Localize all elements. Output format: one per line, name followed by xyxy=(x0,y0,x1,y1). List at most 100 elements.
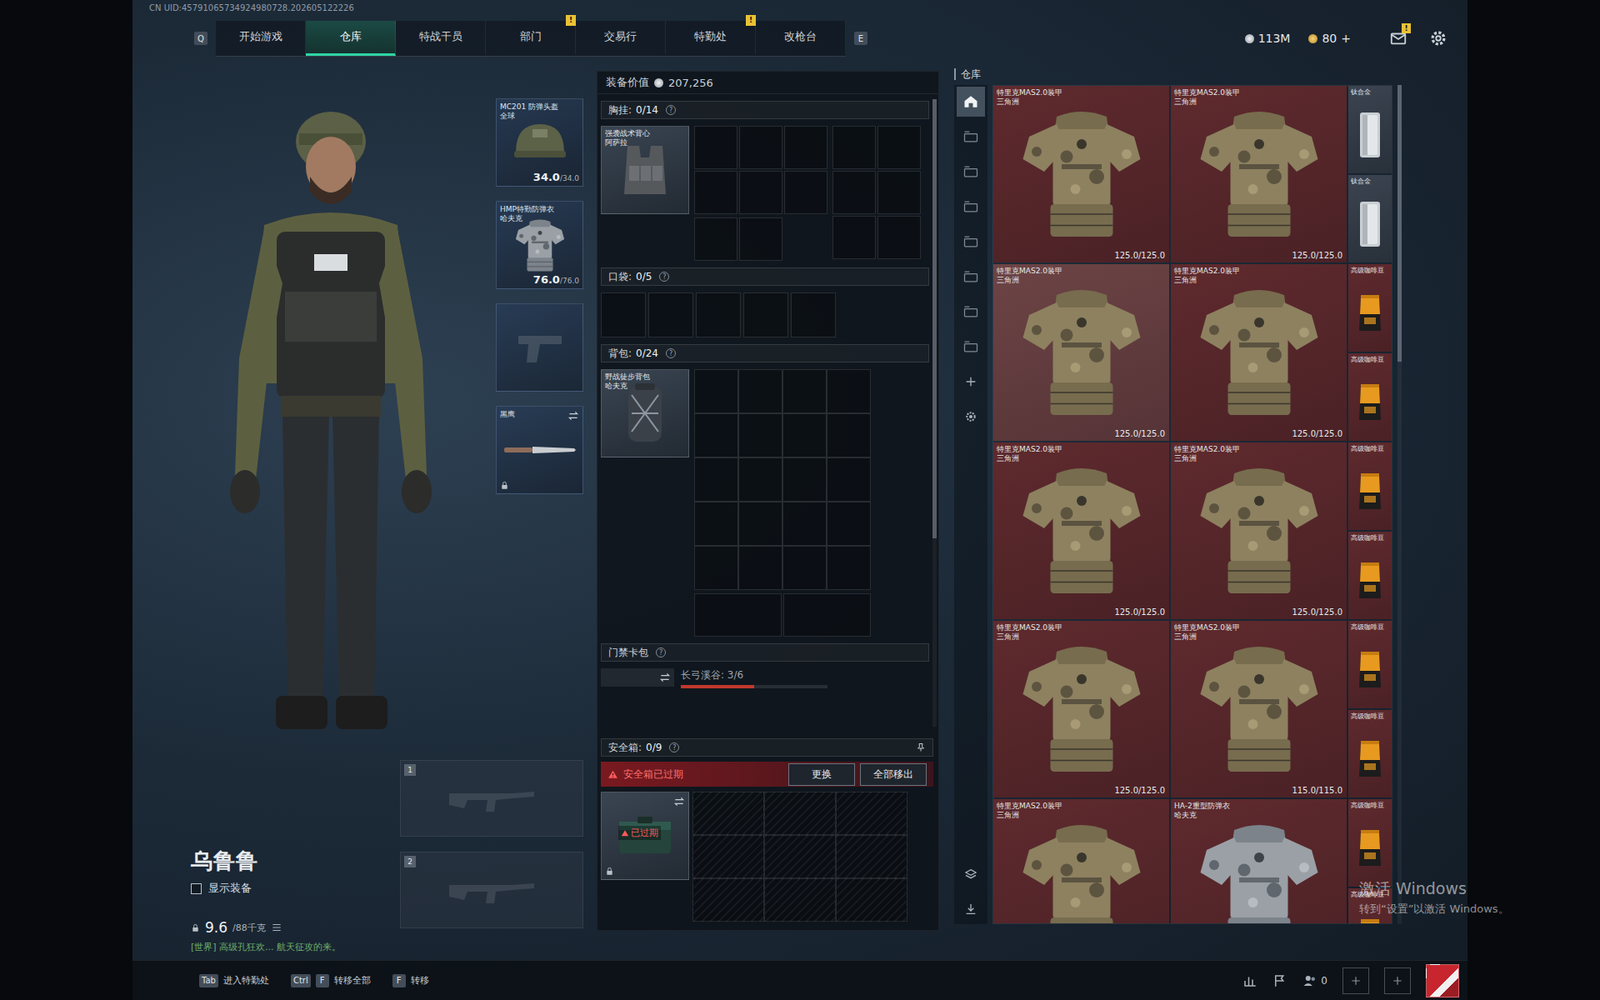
nav-tab[interactable]: 特勤处! xyxy=(665,20,756,56)
weapon-slot[interactable]: 1 xyxy=(400,760,584,837)
warehouse-item[interactable]: 特里克MAS2.0装甲三角洲125.0/125.0 xyxy=(993,442,1170,620)
safe-case[interactable]: 已过期 xyxy=(600,791,690,880)
sidebar-item[interactable] xyxy=(956,226,985,257)
safe-button[interactable]: 全部移出 xyxy=(860,763,927,786)
grid-cell[interactable] xyxy=(826,413,871,458)
grid-cell[interactable] xyxy=(694,501,739,546)
checkbox[interactable] xyxy=(190,883,202,895)
safe-button[interactable]: 更换 xyxy=(788,763,855,786)
grid-cell[interactable] xyxy=(694,457,739,502)
warehouse-item[interactable]: 高级咖啡豆 xyxy=(1348,353,1392,441)
key-hint[interactable]: CtrlF转移全部 xyxy=(290,974,371,988)
grid-cell[interactable] xyxy=(600,292,646,338)
grid-cell[interactable] xyxy=(694,545,739,590)
help-icon[interactable]: ? xyxy=(669,742,680,753)
warehouse-item[interactable]: 高级咖啡豆 xyxy=(1348,264,1392,352)
grid-cell[interactable] xyxy=(694,170,738,215)
keycard-slot[interactable] xyxy=(600,668,675,687)
grid-cell[interactable] xyxy=(694,593,782,637)
grid-cell[interactable] xyxy=(782,413,827,458)
grid-cell[interactable] xyxy=(826,457,871,502)
grid-cell[interactable] xyxy=(692,878,765,922)
warehouse-item[interactable]: 钛合金 xyxy=(1348,175,1392,263)
warehouse-item[interactable]: 高级咖啡豆 xyxy=(1348,620,1392,709)
warehouse-item[interactable]: 特里克MAS2.0装甲三角洲125.0/125.0 xyxy=(1170,442,1347,620)
sidebar-item[interactable] xyxy=(956,86,985,117)
warehouse-item[interactable]: HA-2重型防弹衣哈夫克 xyxy=(1170,799,1347,925)
settings-button[interactable] xyxy=(1425,25,1451,51)
sidebar-item[interactable] xyxy=(956,261,985,292)
warehouse-item[interactable]: 特里克MAS2.0装甲三角洲 xyxy=(993,799,1170,925)
grid-cell[interactable] xyxy=(694,217,738,261)
grid-cell[interactable] xyxy=(738,413,783,458)
grid-cell[interactable] xyxy=(784,170,828,215)
grid-cell[interactable] xyxy=(832,215,876,260)
backpack-item[interactable]: 野战徒步背包哈夫克 xyxy=(600,369,690,458)
rig-item[interactable]: 强袭战术背心阿萨拉 xyxy=(600,125,690,215)
sidebar-item[interactable] xyxy=(956,121,985,152)
grid-cell[interactable] xyxy=(739,170,783,215)
sidebar-item[interactable] xyxy=(956,401,985,432)
grid-cell[interactable] xyxy=(782,545,827,590)
grid-cell[interactable] xyxy=(743,292,789,338)
grid-cell[interactable] xyxy=(877,215,921,260)
grid-cell[interactable] xyxy=(826,545,871,590)
grid-cell[interactable] xyxy=(739,217,783,261)
grid-cell[interactable] xyxy=(738,369,783,414)
warehouse-item[interactable]: 高级咖啡豆 xyxy=(1348,799,1392,887)
help-icon[interactable]: ? xyxy=(665,348,676,359)
grid-cell[interactable] xyxy=(695,292,741,338)
help-icon[interactable]: ? xyxy=(665,105,676,115)
add-slot[interactable] xyxy=(1342,967,1370,995)
grid-cell[interactable] xyxy=(790,292,836,338)
grid-cell[interactable] xyxy=(835,791,908,835)
nav-tab[interactable]: 开始游戏 xyxy=(215,20,306,56)
warehouse-item[interactable]: 特里克MAS2.0装甲三角洲125.0/125.0 xyxy=(1170,264,1347,441)
grid-cell[interactable] xyxy=(764,835,836,879)
grid-cell[interactable] xyxy=(782,457,827,502)
nav-tab[interactable]: 仓库 xyxy=(305,20,396,56)
flag-icon[interactable] xyxy=(1272,973,1288,989)
show-gear-toggle[interactable]: 显示装备 xyxy=(190,880,400,896)
chart-icon[interactable] xyxy=(1242,973,1258,989)
warehouse-item[interactable]: 特里克MAS2.0装甲三角洲115.0/115.0 xyxy=(1170,620,1347,798)
weapon-slot[interactable]: 2 xyxy=(400,851,584,929)
grid-cell[interactable] xyxy=(784,125,828,170)
sidebar-item[interactable] xyxy=(956,296,985,327)
gear-slot[interactable]: MC201 防弹头盔全球34.0/34.0 xyxy=(495,98,584,187)
grid-cell[interactable] xyxy=(738,457,783,502)
warehouse-item[interactable]: 特里克MAS2.0装甲三角洲125.0/125.0 xyxy=(993,620,1170,798)
gear-slot[interactable] xyxy=(495,303,584,392)
nav-tab[interactable]: 部门! xyxy=(485,20,576,56)
player-avatar[interactable] xyxy=(1425,964,1460,998)
grid-cell[interactable] xyxy=(738,501,783,546)
grid-cell[interactable] xyxy=(783,593,871,637)
grid-cell[interactable] xyxy=(782,501,827,546)
mail-button[interactable]: ! xyxy=(1385,25,1411,51)
grid-cell[interactable] xyxy=(739,125,783,170)
grid-cell[interactable] xyxy=(692,835,765,879)
warehouse-item[interactable]: 钛合金 xyxy=(1348,85,1392,174)
warehouse-item[interactable]: 特里克MAS2.0装甲三角洲125.0/125.0 xyxy=(1170,85,1347,263)
warehouse-item[interactable]: 特里克MAS2.0装甲三角洲125.0/125.0 xyxy=(993,264,1170,441)
help-icon[interactable]: ? xyxy=(655,647,666,658)
next-key[interactable]: E xyxy=(854,31,868,45)
help-icon[interactable]: ? xyxy=(659,271,670,282)
friend-count[interactable]: 0 xyxy=(1302,973,1328,989)
grid-cell[interactable] xyxy=(835,878,908,922)
warehouse-item[interactable]: 特里克MAS2.0装甲三角洲125.0/125.0 xyxy=(993,85,1170,263)
warehouse-item[interactable]: 高级咖啡豆 xyxy=(1348,710,1392,798)
grid-cell[interactable] xyxy=(694,413,739,458)
add-slot[interactable] xyxy=(1384,967,1411,995)
grid-cell[interactable] xyxy=(832,170,876,215)
nav-tab[interactable]: 特战干员 xyxy=(395,20,486,56)
grid-cell[interactable] xyxy=(826,501,871,546)
grid-cell[interactable] xyxy=(694,369,739,414)
add-currency-button[interactable]: + xyxy=(1340,31,1351,45)
warehouse-item[interactable]: 高级咖啡豆 xyxy=(1348,888,1392,925)
swap-corner[interactable] xyxy=(567,410,580,422)
nav-tab[interactable]: 交易行 xyxy=(575,20,666,56)
sidebar-tool[interactable] xyxy=(956,859,985,890)
grid-cell[interactable] xyxy=(738,545,783,590)
grid-cell[interactable] xyxy=(692,791,765,835)
